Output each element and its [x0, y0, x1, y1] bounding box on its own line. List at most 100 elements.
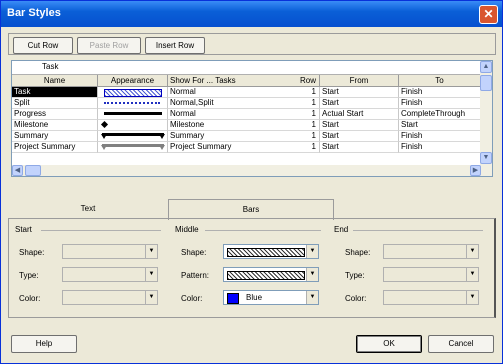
show-for-value: Normal,Split	[170, 98, 214, 107]
appearance-dotted-line-icon[interactable]	[98, 98, 168, 109]
hscroll-thumb[interactable]	[25, 165, 41, 176]
show-for-value: Milestone	[170, 120, 205, 129]
show-for-value: Project Summary	[170, 142, 232, 151]
end-type-select[interactable]: ▼	[383, 267, 479, 282]
middle-pattern-select[interactable]: ▼	[223, 267, 319, 282]
end-shape-select[interactable]: ▼	[383, 244, 479, 259]
appearance-diamond-icon[interactable]	[98, 120, 168, 131]
row-number: 1	[311, 109, 316, 118]
end-shape-label: Shape:	[345, 248, 371, 257]
show-for-value: Normal	[170, 87, 196, 96]
table-row-to[interactable]: Finish	[399, 98, 481, 109]
ok-button[interactable]: OK	[356, 335, 422, 353]
middle-color-select[interactable]: Blue ▼	[223, 290, 319, 305]
help-button[interactable]: Help	[11, 335, 77, 353]
start-group-divider	[41, 230, 161, 231]
table-row-name[interactable]: Split	[12, 98, 98, 109]
show-for-value: Summary	[170, 131, 205, 140]
cancel-button[interactable]: Cancel	[428, 335, 494, 353]
start-type-select[interactable]: ▼	[62, 267, 158, 282]
pattern-preview-icon	[227, 271, 305, 280]
start-shape-select[interactable]: ▼	[62, 244, 158, 259]
tab-strip: Text Bars	[8, 199, 496, 220]
table-row-to[interactable]: CompleteThrough	[399, 109, 481, 120]
middle-color-label: Color:	[181, 294, 203, 303]
chevron-down-icon[interactable]: ▼	[145, 245, 157, 258]
appearance-solid-bar-icon[interactable]	[98, 109, 168, 120]
chevron-down-icon[interactable]: ▼	[306, 291, 318, 304]
table-row-name[interactable]: Task	[12, 87, 98, 98]
vertical-scrollbar[interactable]: ▲ ▼	[480, 61, 492, 176]
column-header-to[interactable]: To	[399, 75, 481, 87]
column-header-appearance[interactable]: Appearance	[98, 75, 168, 87]
table-row-to[interactable]: Start	[399, 120, 481, 131]
chevron-down-icon[interactable]: ▼	[306, 268, 318, 281]
table-row-from[interactable]: Start	[320, 87, 399, 98]
end-group-divider	[353, 230, 483, 231]
scroll-down-icon[interactable]: ▼	[480, 152, 492, 164]
middle-shape-label: Shape:	[181, 248, 207, 257]
column-header-from[interactable]: From	[320, 75, 399, 87]
start-color-label: Color:	[19, 294, 41, 303]
tab-bars[interactable]: Bars	[168, 199, 334, 220]
chevron-down-icon[interactable]: ▼	[466, 268, 478, 281]
table-row-name[interactable]: Progress	[12, 109, 98, 120]
color-swatch	[227, 293, 239, 304]
chevron-down-icon[interactable]: ▼	[466, 245, 478, 258]
table-row-from[interactable]: Start	[320, 131, 399, 142]
cut-row-button[interactable]: Cut Row	[13, 37, 73, 54]
scroll-thumb[interactable]	[480, 75, 492, 91]
appearance-project-summary-bar-icon[interactable]	[98, 142, 168, 153]
middle-shape-select[interactable]: ▼	[223, 244, 319, 259]
table-row-from[interactable]: Start	[320, 142, 399, 153]
dialog-title: Bar Styles	[7, 7, 61, 19]
table-row-to[interactable]: Finish	[399, 87, 481, 98]
tab-text[interactable]: Text	[58, 199, 118, 219]
shape-preview-icon	[227, 248, 305, 257]
title-bar[interactable]: Bar Styles ✕	[1, 1, 502, 27]
show-for-header-label: Show For ... Tasks	[170, 76, 236, 85]
chevron-down-icon[interactable]: ▼	[145, 268, 157, 281]
start-color-select[interactable]: ▼	[62, 290, 158, 305]
table-row-from[interactable]: Start	[320, 98, 399, 109]
start-group-title: Start	[15, 225, 32, 234]
close-button[interactable]: ✕	[479, 5, 498, 24]
column-header-name[interactable]: Name	[12, 75, 98, 87]
middle-color-value: Blue	[246, 293, 263, 302]
table-row-show-for[interactable]: Summary 1	[168, 131, 320, 142]
table-row-name[interactable]: Milestone	[12, 120, 98, 131]
table-row-show-for[interactable]: Milestone 1	[168, 120, 320, 131]
chevron-down-icon[interactable]: ▼	[145, 291, 157, 304]
column-header-show-for[interactable]: Show For ... Tasks Row	[168, 75, 320, 87]
table-row-name[interactable]: Summary	[12, 131, 98, 142]
chevron-down-icon[interactable]: ▼	[466, 291, 478, 304]
start-type-label: Type:	[19, 271, 39, 280]
appearance-summary-bar-icon[interactable]	[98, 131, 168, 142]
row-number: 1	[311, 87, 316, 96]
bar-styles-dialog: Bar Styles ✕ Cut Row Paste Row Insert Ro…	[0, 0, 503, 364]
scroll-left-icon[interactable]: ◀	[12, 165, 23, 176]
end-color-select[interactable]: ▼	[383, 290, 479, 305]
paste-row-button[interactable]: Paste Row	[77, 37, 141, 54]
horizontal-scrollbar[interactable]: ◀ ▶	[12, 165, 481, 176]
table-row-name[interactable]: Project Summary	[12, 142, 98, 153]
table-row-from[interactable]: Actual Start	[320, 109, 399, 120]
table-row-show-for[interactable]: Normal,Split 1	[168, 98, 320, 109]
table-row-show-for[interactable]: Project Summary 1	[168, 142, 320, 153]
table-row-show-for[interactable]: Normal 1	[168, 87, 320, 98]
table-row-from[interactable]: Start	[320, 120, 399, 131]
appearance-hatch-bar-icon[interactable]	[98, 87, 168, 98]
show-for-value: Normal	[170, 109, 196, 118]
table-row-to[interactable]: Finish	[399, 142, 481, 153]
row-header-label: Row	[299, 76, 316, 85]
scroll-right-icon[interactable]: ▶	[470, 165, 481, 176]
end-type-label: Type:	[345, 271, 365, 280]
cell-edit-row[interactable]: Task	[12, 61, 481, 75]
chevron-down-icon[interactable]: ▼	[306, 245, 318, 258]
insert-row-button[interactable]: Insert Row	[145, 37, 205, 54]
table-row-to[interactable]: Finish	[399, 131, 481, 142]
row-number: 1	[311, 142, 316, 151]
table-row-show-for[interactable]: Normal 1	[168, 109, 320, 120]
scroll-up-icon[interactable]: ▲	[480, 61, 492, 73]
cell-edit-value: Task	[42, 62, 59, 71]
